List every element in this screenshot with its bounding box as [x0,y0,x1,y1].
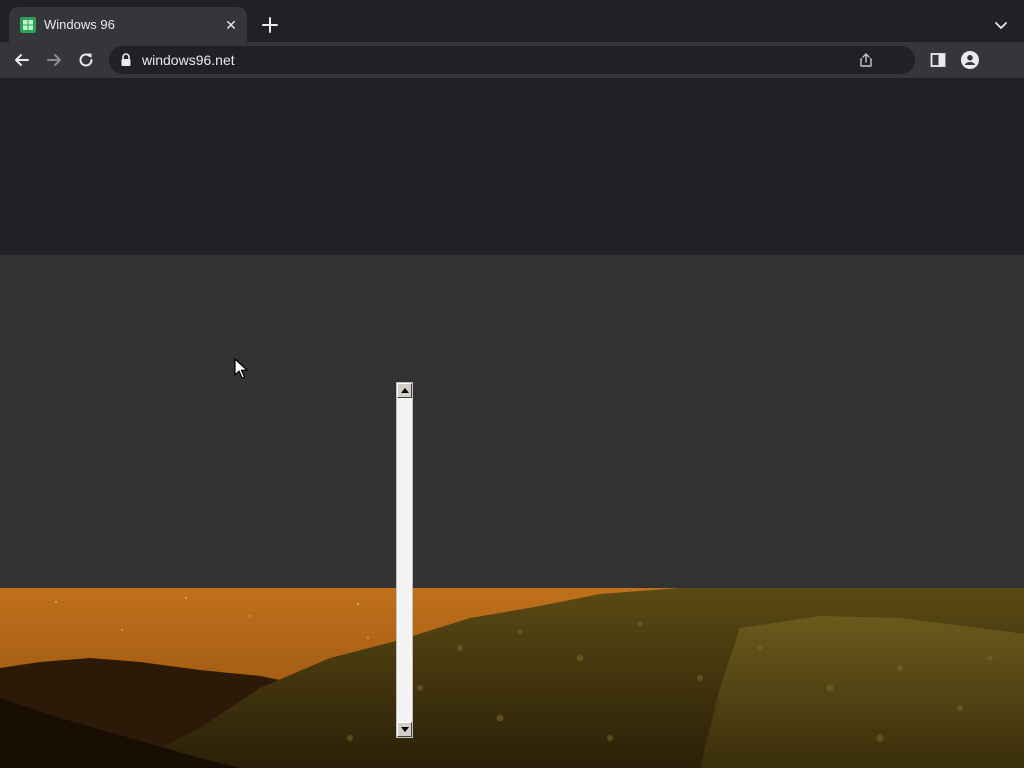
tab-title: Windows 96 [44,17,115,32]
close-icon[interactable]: ✕ [223,17,239,33]
chevron-down-icon[interactable] [992,16,1010,34]
address-bar[interactable]: windows96.net [109,46,915,74]
scroll-up-button[interactable] [397,383,412,398]
loading-overlay [0,255,1024,588]
url-text[interactable]: windows96.net [142,52,235,68]
wallpaper-mountains [0,588,1024,768]
desktop-wallpaper [0,588,1024,768]
windows96-logo-icon [20,17,36,33]
page-top-band [0,78,1024,255]
plus-icon[interactable] [259,14,281,36]
arrow-left-icon[interactable] [12,50,32,70]
tab-strip: Windows 96 ✕ [0,0,1024,42]
profile-icon[interactable] [960,50,980,70]
side-panel-icon[interactable] [928,50,948,70]
scrollbar-vertical[interactable] [396,382,413,738]
reload-icon[interactable] [76,50,96,70]
arrow-right-icon[interactable] [44,50,64,70]
lock-icon[interactable] [120,53,132,67]
tab-windows96[interactable]: Windows 96 ✕ [9,7,247,42]
mouse-cursor-icon [234,358,248,379]
share-icon[interactable] [858,52,874,68]
arrow-up-icon [401,388,409,393]
scroll-down-button[interactable] [397,722,412,737]
page-viewport [0,78,1024,768]
arrow-down-icon [401,727,409,732]
browser-toolbar: windows96.net [0,42,1024,78]
